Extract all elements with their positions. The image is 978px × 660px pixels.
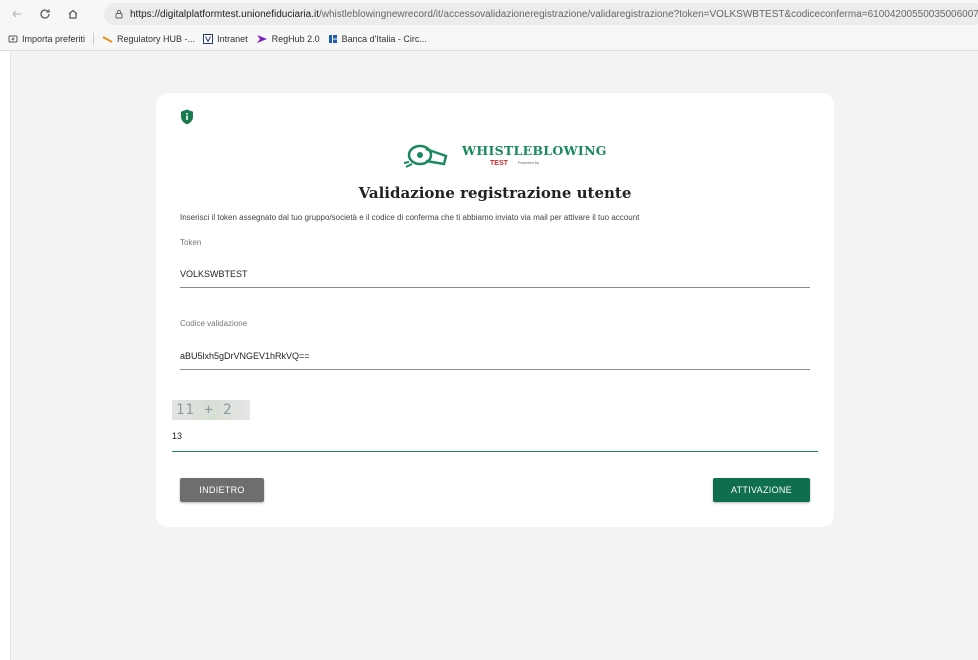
logo-powered-by: Powered by [517, 160, 540, 166]
browser-toolbar: https://digitalplatformtest.unionefiduci… [0, 0, 978, 28]
bookmark-label: Intranet [217, 34, 248, 44]
banca-italia-icon [328, 34, 338, 44]
regulatory-hub-icon [102, 34, 113, 44]
validation-code-input[interactable]: aBU5lxh5gDrVNGEV1hRkVQ== [180, 351, 810, 370]
captcha-input[interactable]: 13 [172, 431, 818, 452]
validation-card: WHISTLEBLOWING TEST Powered by Validazio… [156, 93, 834, 527]
bookmark-label: Importa preferiti [22, 34, 86, 44]
intranet-icon [203, 34, 214, 44]
url-text: https://digitalplatformtest.unionefiduci… [130, 9, 978, 20]
logo-test-label: TEST [490, 159, 508, 167]
page-viewport: WHISTLEBLOWING TEST Powered by Validazio… [10, 51, 978, 660]
bookmark-import[interactable]: Importa preferiti [8, 34, 85, 44]
captcha-image: 11 + 2 [172, 400, 250, 420]
bookmark-intranet[interactable]: Intranet [203, 34, 248, 44]
bookmarks-bar: Importa preferiti Regulatory HUB -... In… [0, 28, 978, 51]
instructions-text: Inserisci il token assegnato dal tuo gru… [180, 213, 640, 222]
whistleblowing-logo: WHISTLEBLOWING TEST Powered by [396, 139, 607, 173]
activate-button[interactable]: ATTIVAZIONE [713, 478, 810, 502]
bookmark-banca-italia[interactable]: Banca d'Italia - Circ... [328, 34, 427, 44]
bookmark-label: Banca d'Italia - Circ... [341, 34, 427, 44]
refresh-icon[interactable] [34, 3, 56, 25]
url-path: /whistleblowingnewrecord/it/accessovalid… [319, 8, 978, 20]
shield-icon [180, 109, 194, 129]
bookmark-separator [93, 33, 95, 45]
address-bar[interactable]: https://digitalplatformtest.unionefiduci… [104, 3, 978, 25]
back-arrow-icon[interactable] [6, 3, 28, 25]
whistle-icon [403, 144, 448, 168]
code-label: Codice validazione [180, 319, 248, 328]
captcha-text: 11 + 2 [176, 402, 233, 418]
bookmark-label: Regulatory HUB -... [117, 34, 196, 44]
url-host: https://digitalplatformtest.unionefiduci… [130, 8, 319, 20]
reghub-icon [256, 34, 268, 44]
page-title: Validazione registrazione utente [358, 184, 632, 202]
token-label: Token [180, 238, 202, 247]
lock-icon [114, 9, 124, 19]
logo-title: WHISTLEBLOWING [462, 143, 607, 159]
back-button[interactable]: INDIETRO [180, 478, 264, 502]
bookmark-label: RegHub 2.0 [271, 34, 320, 44]
bookmark-regulatory-hub[interactable]: Regulatory HUB -... [102, 34, 195, 44]
import-icon [8, 34, 18, 44]
token-input[interactable]: VOLKSWBTEST [180, 269, 810, 288]
home-icon[interactable] [62, 3, 84, 25]
bookmark-reghub[interactable]: RegHub 2.0 [256, 34, 320, 44]
